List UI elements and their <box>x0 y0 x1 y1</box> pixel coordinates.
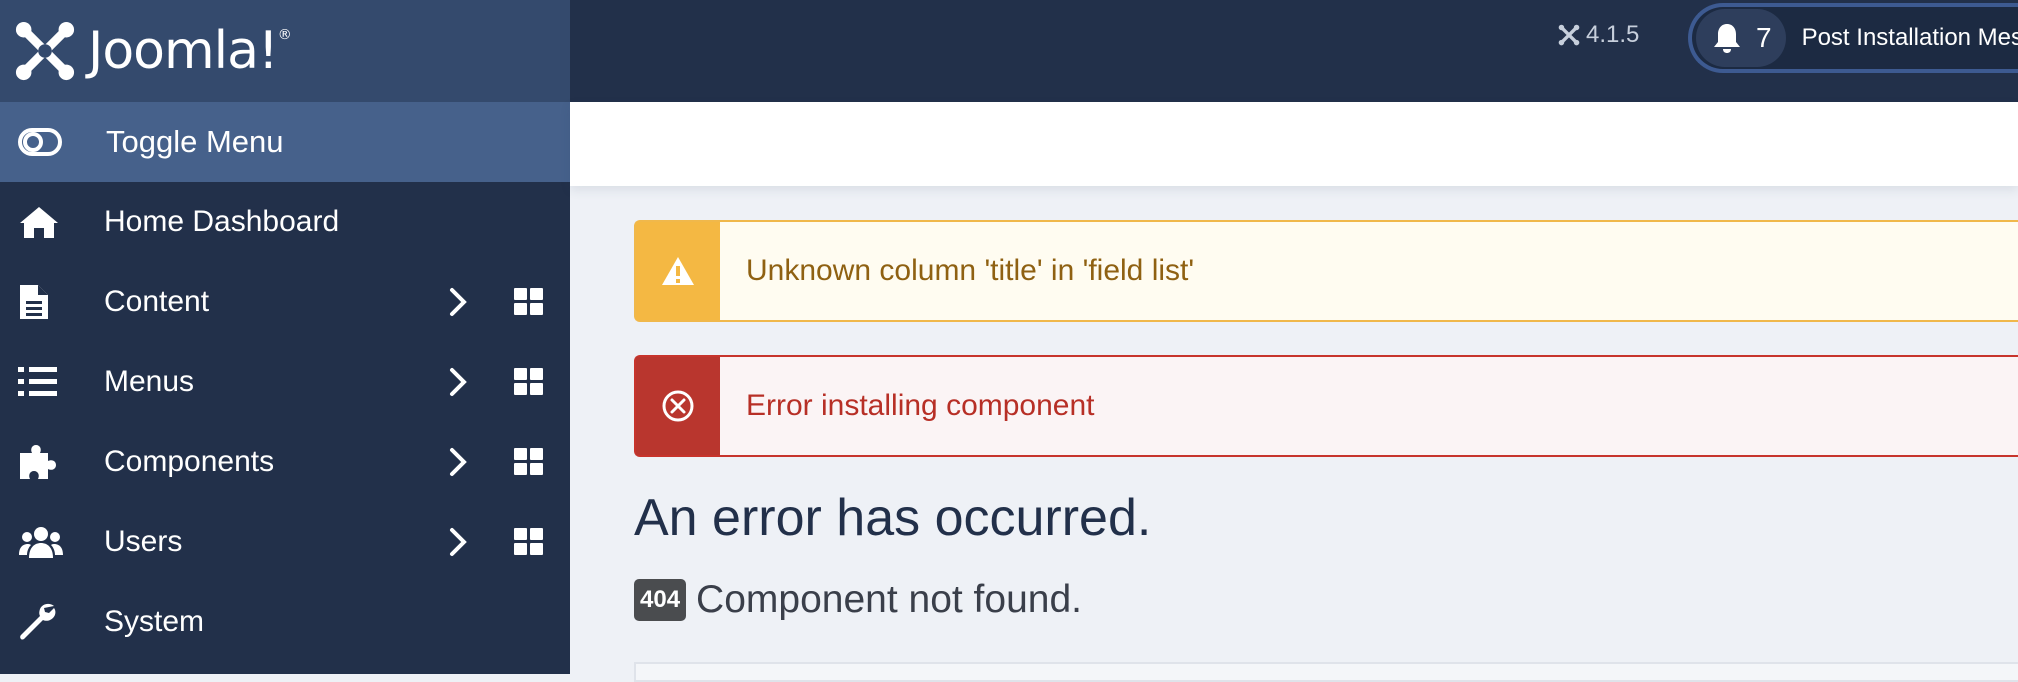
sidebar-item-label: Users <box>104 525 183 558</box>
warning-message: Unknown column 'title' in 'field list' <box>746 254 1195 287</box>
error-icon-box <box>636 357 720 455</box>
sidebar-item-users[interactable]: Users <box>0 502 570 582</box>
warning-icon-box <box>636 222 720 320</box>
toolbar-area <box>570 102 2018 186</box>
brand[interactable]: Joomla!® <box>0 0 570 102</box>
puzzle-icon <box>18 442 64 482</box>
dashboard-grid-icon[interactable] <box>513 367 545 397</box>
chevron-right-icon[interactable] <box>442 526 474 558</box>
chevron-right-icon[interactable] <box>442 446 474 478</box>
warning-triangle-icon <box>662 257 694 285</box>
sidebar-item-label: Content <box>104 285 210 318</box>
version-badge[interactable]: 4.1.5 <box>1558 20 1639 50</box>
sidebar: Joomla!® Toggle Menu Home Dashboard Cont… <box>0 0 570 674</box>
sidebar-item-system[interactable]: System <box>0 582 570 662</box>
notification-count: 7 <box>1756 22 1772 53</box>
post-installation-messages-button[interactable]: 7 Post Installation Mes <box>1688 3 2018 73</box>
error-text: Component not found. <box>696 578 1082 621</box>
sidebar-item-menus[interactable]: Menus <box>0 342 570 422</box>
chevron-right-icon[interactable] <box>442 366 474 398</box>
dashboard-grid-icon[interactable] <box>513 287 545 317</box>
sidebar-item-components[interactable]: Components <box>0 422 570 502</box>
toggle-menu-button[interactable]: Toggle Menu <box>0 102 570 182</box>
sidebar-item-label: Menus <box>104 365 195 398</box>
wrench-icon <box>18 602 64 642</box>
notification-pill: 7 <box>1696 9 1786 67</box>
toggle-switch-icon <box>18 122 64 162</box>
home-icon <box>18 202 64 242</box>
sidebar-item-label: Components <box>104 445 275 478</box>
bell-icon <box>1714 24 1740 53</box>
sidebar-item-label: System <box>104 605 205 638</box>
content-box <box>634 662 2018 682</box>
sidebar-item-content[interactable]: Content <box>0 262 570 342</box>
error-code-badge: 404 <box>634 579 687 621</box>
circle-x-icon <box>662 390 694 422</box>
chevron-right-icon[interactable] <box>442 286 474 318</box>
error-message: Error installing component <box>746 389 1095 422</box>
version-number: 4.1.5 <box>1586 21 1640 48</box>
toggle-menu-label: Toggle Menu <box>106 124 284 159</box>
list-icon <box>18 362 64 402</box>
warning-alert: Unknown column 'title' in 'field list' <box>634 220 2018 322</box>
dashboard-grid-icon[interactable] <box>513 527 545 557</box>
users-icon <box>18 522 64 562</box>
top-header: 4.1.5 7 Post Installation Mes <box>570 0 2018 102</box>
post-installation-label: Post Installation Mes <box>1801 24 2018 51</box>
joomla-small-icon <box>1558 24 1580 46</box>
registered-mark: ® <box>277 27 292 43</box>
sidebar-item-label: Home Dashboard <box>104 205 340 238</box>
error-alert: Error installing component <box>634 355 2018 457</box>
page-title: An error has occurred. <box>634 489 1152 547</box>
document-icon <box>18 282 64 322</box>
error-detail: 404 Component not found. <box>634 578 1082 622</box>
joomla-logo-icon <box>15 21 75 81</box>
dashboard-grid-icon[interactable] <box>513 447 545 477</box>
sidebar-item-home-dashboard[interactable]: Home Dashboard <box>0 182 570 262</box>
brand-name: Joomla!® <box>88 21 292 81</box>
